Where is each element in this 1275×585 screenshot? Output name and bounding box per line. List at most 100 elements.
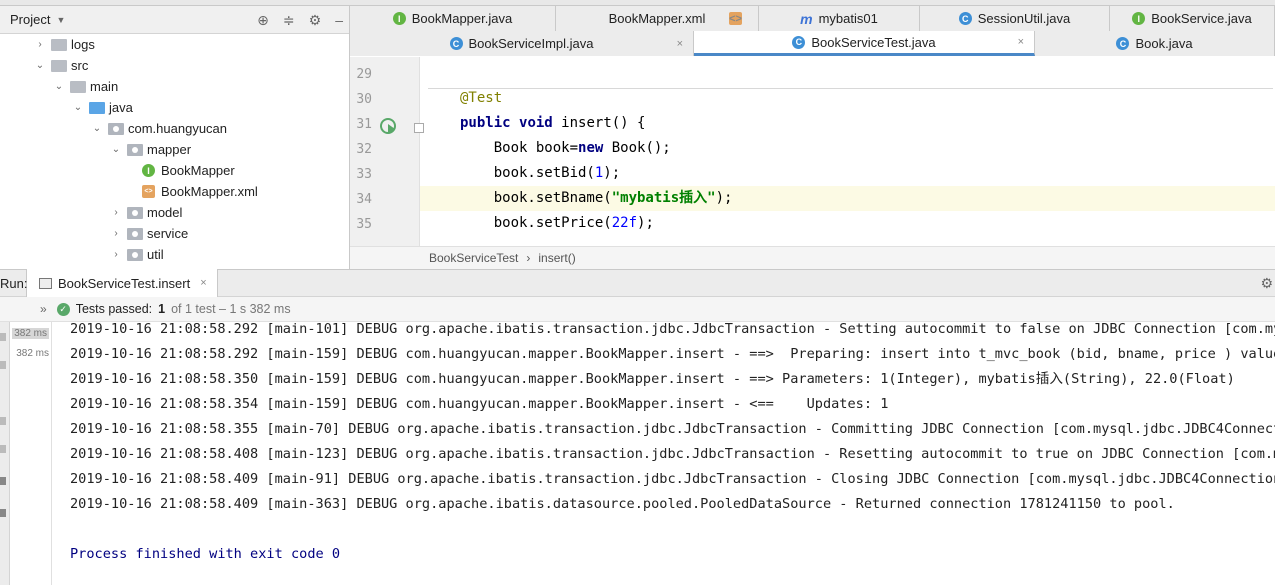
tab-bookmapper-java[interactable]: I BookMapper.java xyxy=(350,6,556,31)
code-line[interactable]: book.setBid(1); xyxy=(420,161,1275,186)
console-line: 2019-10-16 21:08:58.409 [main-363] DEBUG… xyxy=(70,496,1175,512)
maven-icon: m xyxy=(800,10,813,27)
test-status-bar: » ✓ Tests passed: 1 of 1 test – 1 s 382 … xyxy=(0,297,1275,322)
chevron-down-icon[interactable]: ▼ xyxy=(56,15,65,25)
code-line[interactable]: Book book=new Book(); xyxy=(420,136,1275,161)
toolbar-icon[interactable] xyxy=(0,361,6,369)
tree-item-bookmapper-xml[interactable]: <> BookMapper.xml xyxy=(0,181,349,202)
tab-label: BookMapper.xml xyxy=(608,11,706,26)
tab-bookmapper-xml[interactable]: <> BookMapper.xml xyxy=(556,6,759,31)
collapse-all-icon[interactable]: ≑ xyxy=(283,12,295,29)
tab-bookservicetest-java[interactable]: C BookServiceTest.java × xyxy=(694,31,1035,56)
chevron-down-icon[interactable]: ⌄ xyxy=(109,144,123,155)
method-separator xyxy=(428,88,1273,89)
code-token: Book(); xyxy=(611,140,671,156)
project-panel-title[interactable]: Project xyxy=(10,12,50,27)
test-duration: 382 ms xyxy=(16,348,49,359)
test-duration: 382 ms xyxy=(12,328,49,339)
tree-item-mapper[interactable]: ⌄ mapper xyxy=(0,139,349,160)
breadcrumb-item-method[interactable]: insert() xyxy=(538,251,575,265)
code-token: @Test xyxy=(460,90,503,106)
code-token: ); xyxy=(603,165,621,181)
tab-mybatis01[interactable]: m mybatis01 xyxy=(759,6,920,31)
tab-label: SessionUtil.java xyxy=(977,11,1071,26)
tree-item-model[interactable]: › model xyxy=(0,202,349,223)
chevron-right-icon[interactable]: › xyxy=(109,228,123,239)
code-line[interactable]: book.setPrice(22f); xyxy=(420,211,1275,236)
editor-gutter: 29 30 31 32 33 34 35 xyxy=(350,57,447,246)
console-line: 2019-10-16 21:08:58.292 [main-101] DEBUG… xyxy=(70,322,1275,337)
code-token: public xyxy=(460,115,520,131)
console-line: 2019-10-16 21:08:58.355 [main-70] DEBUG … xyxy=(70,421,1275,437)
tree-item-label: logs xyxy=(71,37,95,52)
code-token: book.setBid( xyxy=(460,165,595,181)
tree-item-src[interactable]: ⌄ src xyxy=(0,55,349,76)
tab-label: BookServiceTest.java xyxy=(811,34,936,50)
code-token: insert() { xyxy=(561,115,646,131)
close-icon[interactable]: × xyxy=(200,277,206,289)
chevron-down-icon[interactable]: ⌄ xyxy=(90,123,104,134)
chevron-right-icon[interactable]: › xyxy=(109,207,123,218)
tree-item-label: model xyxy=(147,205,183,220)
chevron-right-icon[interactable]: › xyxy=(33,39,47,50)
run-tab-label: BookServiceTest.insert xyxy=(58,275,191,291)
run-tab[interactable]: BookServiceTest.insert × xyxy=(26,269,218,297)
code-token: void xyxy=(519,115,562,131)
minimize-icon[interactable]: – xyxy=(335,12,343,28)
chevron-down-icon[interactable]: ⌄ xyxy=(71,102,85,113)
code-token: "mybatis插入" xyxy=(611,190,716,206)
chevron-down-icon[interactable]: ⌄ xyxy=(52,81,66,92)
tree-item-label: com.huangyucan xyxy=(128,121,228,136)
toolbar-icon[interactable] xyxy=(0,333,6,341)
tree-item-java[interactable]: ⌄ java xyxy=(0,97,349,118)
tree-item-logs[interactable]: › logs xyxy=(0,34,349,55)
chevron-down-icon[interactable]: ⌄ xyxy=(33,60,47,71)
code-token: 22f xyxy=(611,215,638,231)
interface-icon: I xyxy=(392,12,406,25)
class-icon: C xyxy=(958,12,972,25)
editor-code[interactable]: @Test public void insert() { Book book=ne… xyxy=(420,57,1275,246)
code-editor[interactable]: 29 30 31 32 33 34 35 @Test public void insert()… xyxy=(350,57,1275,246)
line-number: 34 xyxy=(356,192,372,207)
code-line[interactable]: book.setBname("mybatis插入"); xyxy=(420,186,1275,211)
tab-bookserviceimpl-java[interactable]: C BookServiceImpl.java × xyxy=(350,31,694,56)
toolbar-icon[interactable] xyxy=(0,417,6,425)
editor-tab-row: C BookServiceImpl.java × C BookServiceTest.j… xyxy=(350,31,1275,56)
tab-sessionutil-java[interactable]: C SessionUtil.java xyxy=(920,6,1110,31)
gear-icon[interactable]: ⚙ xyxy=(1260,275,1273,292)
project-panel: Project ▼ ⊕ ≑ ⚙ – › logs ⌄ src ⌄ main ⌄ java ⌄ co… xyxy=(0,6,350,269)
code-line[interactable] xyxy=(420,61,1275,86)
line-number: 31 xyxy=(356,117,372,132)
code-token: book.setBname( xyxy=(460,190,612,206)
tree-item-com-huangyucan[interactable]: ⌄ com.huangyucan xyxy=(0,118,349,139)
close-icon[interactable]: × xyxy=(1018,36,1024,48)
expand-icon[interactable]: » xyxy=(40,302,47,316)
console-output[interactable]: 2019-10-16 21:08:58.292 [main-101] DEBUG… xyxy=(53,322,1275,585)
locate-icon[interactable]: ⊕ xyxy=(257,12,269,29)
project-panel-tools: ⊕ ≑ ⚙ – xyxy=(257,6,343,34)
code-line[interactable]: public void insert() { xyxy=(420,111,1275,136)
breadcrumb-separator-icon: › xyxy=(526,251,531,265)
toolbar-icon[interactable] xyxy=(0,445,6,453)
tree-item-label: main xyxy=(90,79,119,94)
line-number: 33 xyxy=(356,167,372,182)
tree-item-service[interactable]: › service xyxy=(0,223,349,244)
tree-item-bookmapper[interactable]: I BookMapper xyxy=(0,160,349,181)
tree-item-label: src xyxy=(71,58,89,73)
close-icon[interactable]: × xyxy=(677,38,683,50)
tree-item-label: service xyxy=(147,226,189,241)
toolbar-icon[interactable] xyxy=(0,477,6,485)
chevron-right-icon[interactable]: › xyxy=(109,249,123,260)
editor-tab-row: I BookMapper.java <> BookMapper.xml m mybatis… xyxy=(350,6,1275,31)
gear-icon[interactable]: ⚙ xyxy=(309,12,322,29)
tree-item-util[interactable]: › util xyxy=(0,244,349,265)
code-token: ); xyxy=(637,215,654,231)
tree-item-label: java xyxy=(109,100,133,115)
breadcrumb-item-class[interactable]: BookServiceTest xyxy=(429,251,518,265)
code-line[interactable]: @Test xyxy=(420,86,1275,111)
tab-bookservice-java[interactable]: I BookService.java xyxy=(1110,6,1275,31)
tab-book-java[interactable]: C Book.java xyxy=(1035,31,1275,56)
folder-icon xyxy=(89,101,105,114)
pin-icon[interactable] xyxy=(0,509,6,517)
tree-item-main[interactable]: ⌄ main xyxy=(0,76,349,97)
